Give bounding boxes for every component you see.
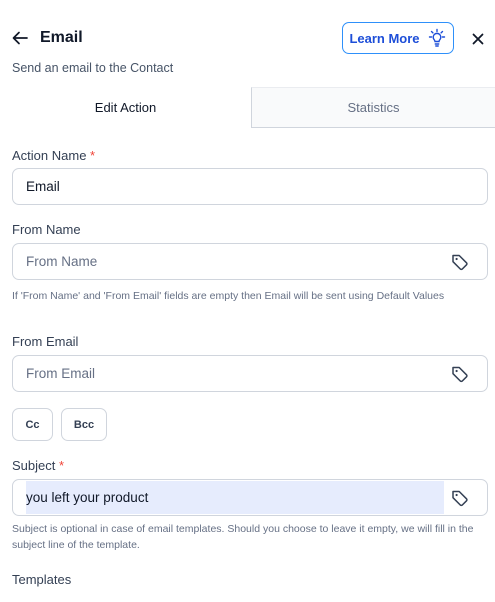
subject-help-text: Subject is optional in case of email tem…: [12, 523, 474, 551]
templates-label: Templates: [12, 572, 72, 587]
learn-more-button[interactable]: Learn More: [342, 22, 454, 54]
action-name-label-text: Action Name: [12, 148, 87, 163]
panel-subtitle: Send an email to the Contact: [12, 61, 174, 75]
subject-input[interactable]: [26, 480, 426, 515]
cc-button[interactable]: Cc: [12, 408, 53, 441]
tab-statistics[interactable]: Statistics: [251, 87, 495, 128]
close-icon[interactable]: [467, 28, 489, 50]
tag-icon[interactable]: [451, 365, 469, 383]
lightbulb-icon: [427, 28, 447, 48]
from-email-input[interactable]: [26, 356, 426, 391]
subject-label: Subject *: [12, 458, 64, 473]
action-name-field: [12, 168, 488, 205]
action-name-label: Action Name *: [12, 148, 95, 163]
from-name-help-text: If 'From Name' and 'From Email' fields a…: [12, 290, 445, 302]
tab-statistics-label: Statistics: [347, 100, 400, 115]
subject-label-text: Subject: [12, 458, 56, 473]
from-email-field: [12, 355, 488, 392]
tab-edit-action-label: Edit Action: [94, 99, 157, 115]
tab-edit-action[interactable]: Edit Action: [0, 87, 251, 128]
action-name-input[interactable]: [26, 169, 426, 204]
tag-icon[interactable]: [451, 253, 469, 271]
bcc-label: Bcc: [73, 418, 95, 431]
from-name-label: From Name: [12, 222, 81, 237]
panel-title: Email: [40, 29, 83, 46]
tab-bar: Edit Action Statistics: [0, 87, 495, 128]
from-email-label: From Email: [12, 334, 79, 349]
subject-field: [12, 479, 488, 516]
back-arrow-icon[interactable]: [10, 28, 30, 48]
required-asterisk: *: [59, 458, 65, 473]
cc-label: Cc: [25, 418, 40, 431]
learn-more-label: Learn More: [349, 30, 420, 46]
from-name-field: [12, 243, 488, 280]
tag-icon[interactable]: [451, 489, 469, 507]
bcc-button[interactable]: Bcc: [61, 408, 107, 441]
from-name-input[interactable]: [26, 244, 426, 279]
required-asterisk: *: [90, 148, 96, 163]
